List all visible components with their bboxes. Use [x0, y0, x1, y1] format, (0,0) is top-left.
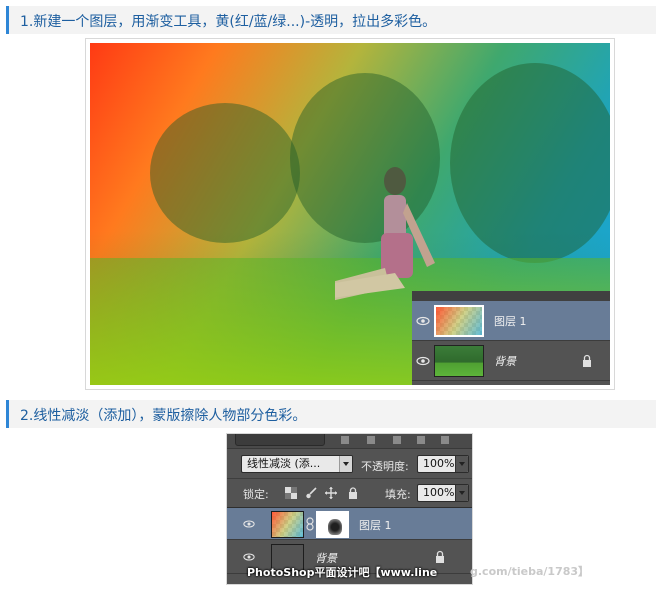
gradient-layer-thumbnail[interactable]: [271, 511, 304, 538]
fill-value: 100%: [423, 486, 455, 499]
step-1-heading: 1.新建一个图层，用渐变工具，黄(红/蓝/绿...)-透明，拉出多彩色。: [6, 6, 656, 34]
layers-panel: 图层 1 背景: [412, 291, 610, 385]
eye-icon[interactable]: [416, 314, 430, 328]
background-layer-thumbnail[interactable]: [434, 345, 484, 377]
brush-icon[interactable]: [305, 487, 317, 499]
chevron-down-icon: [455, 456, 468, 472]
blend-mode-select[interactable]: 线性减淡 (添...: [241, 455, 353, 473]
tree-shape: [150, 103, 300, 243]
layers-panel-figure-2: 线性减淡 (添... 不透明度: 100% 锁定: 填充: 100% 图层 1 …: [226, 433, 473, 585]
chevron-down-icon: [455, 485, 468, 501]
panel-filter-bar: [227, 434, 472, 449]
watermark-text-tail: g.com/tieba/1783】: [470, 565, 590, 578]
filter-icon[interactable]: [393, 436, 401, 444]
lock-icon: [436, 550, 444, 563]
filter-kind-dropdown[interactable]: [235, 434, 325, 446]
filter-icon[interactable]: [417, 436, 425, 444]
eye-icon[interactable]: [243, 518, 255, 530]
link-icon[interactable]: [306, 517, 314, 531]
move-icon[interactable]: [325, 487, 337, 499]
lock-row: 锁定: 填充: 100%: [227, 479, 472, 508]
figure-1: 图层 1 背景: [85, 38, 615, 390]
layer-name: 图层 1: [359, 519, 392, 532]
opacity-label: 不透明度:: [361, 460, 409, 473]
gradient-layer-thumbnail[interactable]: [434, 305, 484, 337]
chevron-down-icon: [339, 456, 352, 472]
filter-icon[interactable]: [441, 436, 449, 444]
fill-label: 填充:: [385, 488, 411, 501]
layer-row-layer-1[interactable]: 图层 1: [412, 301, 610, 341]
step-2-text: 2.线性减淡（添加），蒙版擦除人物部分色彩。: [20, 408, 307, 424]
blend-mode-value: 线性减淡 (添...: [247, 457, 321, 470]
layer-name: 背景: [494, 355, 516, 368]
layer-name: 图层 1: [494, 315, 527, 328]
fill-input[interactable]: 100%: [417, 484, 469, 502]
watermark-text: PhotoShop平面设计吧【www.line: [247, 566, 438, 579]
gradient-photo: 图层 1 背景: [90, 43, 610, 385]
lock-icon: [583, 354, 591, 367]
layer-row-layer-1[interactable]: 图层 1: [227, 508, 472, 540]
opacity-input[interactable]: 100%: [417, 455, 469, 473]
lock-transparent-pixels-icon[interactable]: [285, 487, 297, 499]
step-1-text: 1.新建一个图层，用渐变工具，黄(红/蓝/绿...)-透明，拉出多彩色。: [20, 14, 437, 30]
filter-icon[interactable]: [341, 436, 349, 444]
step-2-heading: 2.线性减淡（添加），蒙版擦除人物部分色彩。: [6, 400, 656, 428]
filter-icon[interactable]: [367, 436, 375, 444]
lock-label: 锁定:: [243, 488, 269, 501]
eye-icon[interactable]: [416, 354, 430, 368]
opacity-value: 100%: [423, 457, 455, 470]
blend-row: 线性减淡 (添... 不透明度: 100%: [227, 450, 472, 479]
layer-mask-thumbnail[interactable]: [316, 511, 349, 538]
lock-icon[interactable]: [347, 487, 359, 499]
eye-icon[interactable]: [243, 551, 255, 563]
layer-row-background[interactable]: 背景: [412, 341, 610, 381]
